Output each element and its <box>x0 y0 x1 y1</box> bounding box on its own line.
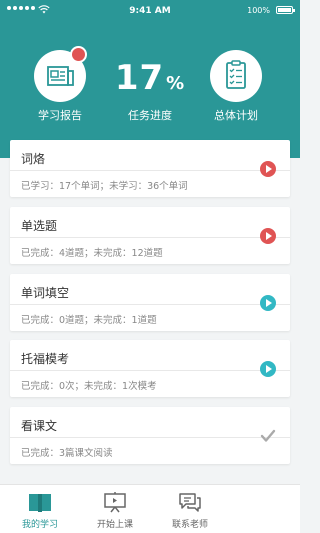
learning-report-label: 学习报告 <box>38 109 82 122</box>
progress-number: 17 <box>114 58 165 98</box>
task-card-toefl-mock[interactable]: 托福模考 已完成：0次；未完成：1次模考 <box>10 340 290 397</box>
task-progress-value: 17% <box>110 58 190 98</box>
progress-unit: % <box>166 73 186 94</box>
battery-icon <box>276 6 295 14</box>
card-title: 托福模考 <box>21 352 70 366</box>
card-title: 单词填空 <box>21 286 70 300</box>
task-card-single-choice[interactable]: 单选题 已完成：4道题；未完成：12道题 <box>10 207 290 264</box>
notification-badge <box>70 46 87 63</box>
card-divider <box>10 170 290 171</box>
tab-contact-teacher[interactable]: 联系老师 <box>155 485 225 533</box>
card-subtitle: 已完成：0道题；未完成：1道题 <box>21 315 157 326</box>
tab-my-learning[interactable]: 我的学习 <box>5 485 75 533</box>
status-bar: 9:41 AM 100% <box>0 0 300 22</box>
overall-plan-label: 总体计划 <box>214 109 258 122</box>
task-card-reading[interactable]: 看课文 已完成：3篇课文阅读 <box>10 407 290 464</box>
card-divider <box>10 237 290 238</box>
task-card-word-fill[interactable]: 单词填空 已完成：0道题；未完成：1道题 <box>10 274 290 331</box>
card-divider <box>10 370 290 371</box>
play-icon[interactable] <box>260 295 276 311</box>
card-title: 看课文 <box>21 419 58 433</box>
card-subtitle: 已学习：17个单词；未学习：36个单词 <box>21 181 188 192</box>
card-divider <box>10 437 290 438</box>
tab-label: 我的学习 <box>21 520 58 530</box>
bottom-tab-bar: 我的学习 开始上课 联系老师 <box>0 484 300 533</box>
tab-start-class[interactable]: 开始上课 <box>80 485 150 533</box>
card-subtitle: 已完成：4道题；未完成：12道题 <box>21 248 163 259</box>
checkmark-icon <box>260 429 276 442</box>
overall-plan-button[interactable] <box>210 50 262 102</box>
chat-icon <box>179 493 201 512</box>
card-title: 单选题 <box>21 219 58 233</box>
card-title: 词烙 <box>21 152 46 166</box>
play-icon[interactable] <box>260 161 276 177</box>
tab-label: 开始上课 <box>96 520 133 530</box>
tab-label: 联系老师 <box>171 520 208 530</box>
play-icon[interactable] <box>260 361 276 377</box>
presentation-icon <box>104 492 126 513</box>
book-icon <box>29 494 51 512</box>
card-subtitle: 已完成：3篇课文阅读 <box>21 448 113 459</box>
card-divider <box>10 304 290 305</box>
app-header: 9:41 AM 100% 学习报告 17% 任务进度 总体计划 <box>0 0 300 158</box>
checklist-icon <box>226 60 246 89</box>
task-progress-label: 任务进度 <box>128 109 172 122</box>
card-subtitle: 已完成：0次；未完成：1次模考 <box>21 381 157 392</box>
battery-percentage: 100% <box>247 6 270 15</box>
learning-report-button[interactable] <box>34 46 87 102</box>
task-card-vocabulary[interactable]: 词烙 已学习：17个单词；未学习：36个单词 <box>10 140 290 197</box>
play-icon[interactable] <box>260 228 276 244</box>
